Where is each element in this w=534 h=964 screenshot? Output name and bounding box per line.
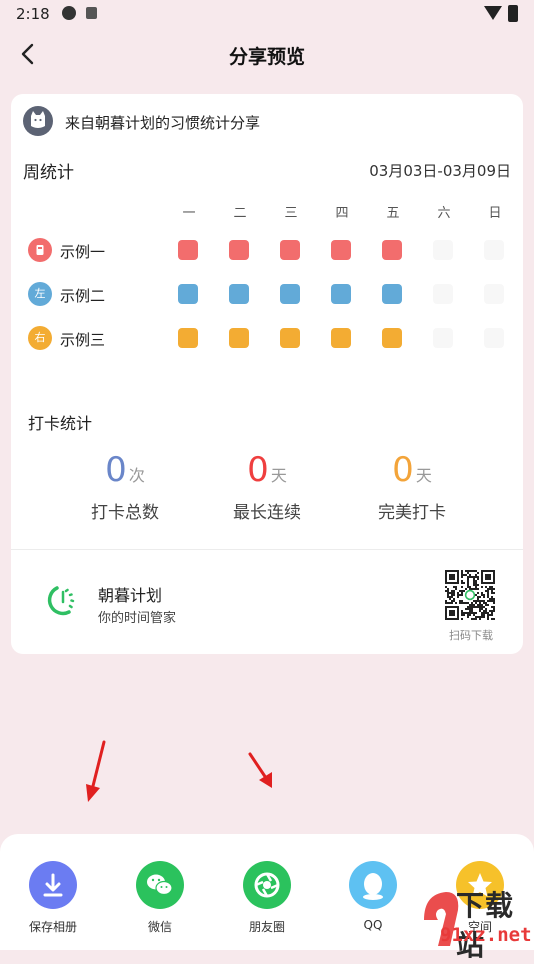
stat-perfect-checkins: 0天 完美打卡 [352, 450, 472, 523]
stat-total-checkins: 0次 打卡总数 [65, 450, 185, 523]
day-cell-done [331, 284, 351, 304]
share-source-text: 来自朝暮计划的习惯统计分享 [65, 114, 261, 132]
habit-row: 示例一 [11, 238, 523, 262]
day-cell-empty [433, 284, 453, 304]
stat-value: 0 [392, 450, 414, 490]
app-logo-icon [47, 586, 75, 616]
habit-icon: 左 [28, 282, 52, 306]
stat-unit: 天 [270, 466, 287, 485]
share-moments-button[interactable]: 朋友圈 [227, 861, 307, 935]
qq-icon [349, 861, 397, 909]
status-bar: 2:18 [0, 0, 534, 28]
day-cell-done [229, 284, 249, 304]
week-date-range: 03月03日-03月09日 [369, 162, 511, 180]
day-cell-done [280, 240, 300, 260]
share-label: 朋友圈 [248, 920, 285, 934]
day-cell-done [178, 328, 198, 348]
day-cell-done [229, 328, 249, 348]
day-cell-done [178, 284, 198, 304]
day-cell-empty [484, 284, 504, 304]
stat-unit: 天 [415, 466, 432, 485]
app-status-icon [86, 7, 97, 19]
status-time: 2:18 [16, 5, 50, 23]
day-header: 三 [284, 206, 298, 221]
stat-value: 0 [247, 450, 269, 490]
day-cell-done [382, 284, 402, 304]
download-icon [29, 861, 77, 909]
qr-caption: 扫码下载 [449, 629, 493, 642]
stat-label: 完美打卡 [378, 503, 446, 523]
stat-value: 0 [105, 450, 127, 490]
qr-code [445, 570, 495, 620]
day-cell-done [178, 240, 198, 260]
day-cell-done [229, 240, 249, 260]
cat-avatar-icon [23, 106, 53, 136]
share-label: 微信 [147, 920, 172, 934]
share-preview-card: 来自朝暮计划的习惯统计分享 周统计 03月03日-03月09日 一 二 三 四 … [11, 94, 523, 654]
day-header: 五 [386, 206, 400, 221]
habit-icon: 右 [28, 326, 52, 350]
habit-row: 右 示例三 [11, 326, 523, 350]
app-slogan: 你的时间管家 [98, 611, 177, 626]
share-label: 保存相册 [28, 920, 77, 934]
day-header: 四 [335, 206, 349, 221]
habit-row: 左 示例二 [11, 282, 523, 306]
share-qq-button[interactable]: QQ [333, 861, 413, 932]
day-cell-empty [484, 240, 504, 260]
annotation-arrow-icon [248, 752, 272, 788]
cup-icon [28, 238, 52, 262]
day-cell-done [331, 240, 351, 260]
day-cell-done [382, 240, 402, 260]
divider [11, 549, 523, 550]
day-cell-done [280, 328, 300, 348]
day-cell-empty [433, 328, 453, 348]
day-cell-done [280, 284, 300, 304]
day-header: 六 [437, 206, 451, 221]
day-cell-done [382, 328, 402, 348]
stat-longest-streak: 0天 最长连续 [207, 450, 327, 523]
wifi-icon [484, 6, 502, 20]
settings-status-icon [62, 6, 76, 20]
share-label: QQ [363, 918, 383, 932]
week-stats-title: 周统计 [23, 163, 74, 183]
day-cell-empty [433, 240, 453, 260]
habit-name: 示例三 [60, 331, 106, 349]
app-name: 朝暮计划 [98, 586, 163, 605]
stat-label: 最长连续 [233, 503, 301, 523]
page-title: 分享预览 [228, 46, 305, 68]
day-header: 日 [488, 206, 502, 221]
day-header: 二 [233, 206, 247, 221]
wechat-icon [136, 861, 184, 909]
stat-label: 打卡总数 [91, 503, 159, 523]
moments-icon [243, 861, 291, 909]
share-wechat-button[interactable]: 微信 [120, 861, 200, 935]
habit-name: 示例二 [60, 287, 106, 305]
day-cell-empty [484, 328, 504, 348]
watermark-domain: 91xz.net [440, 924, 532, 946]
day-cell-done [331, 328, 351, 348]
save-to-album-button[interactable]: 保存相册 [13, 861, 93, 935]
annotation-arrow-icon [86, 740, 106, 802]
battery-icon [508, 5, 518, 22]
nav-bar: 分享预览 [0, 34, 534, 74]
habit-name: 示例一 [60, 243, 106, 261]
stat-unit: 次 [128, 466, 145, 485]
day-header: 一 [182, 206, 196, 221]
checkin-stats-title: 打卡统计 [28, 414, 93, 433]
